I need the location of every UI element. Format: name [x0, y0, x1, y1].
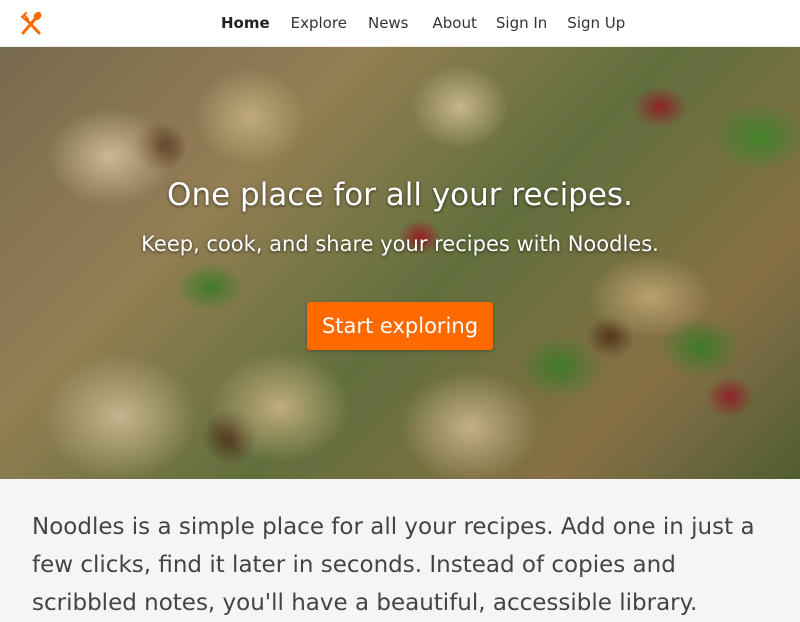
- about-paragraph: Noodles is a simple place for all your r…: [32, 514, 755, 616]
- start-exploring-button[interactable]: Start exploring: [307, 302, 493, 350]
- nav-news-link[interactable]: News: [368, 14, 409, 32]
- main-nav: Home Explore News About Sign In Sign Up: [221, 0, 625, 46]
- nav-about-link[interactable]: About: [433, 14, 477, 32]
- nav-sign-up-link[interactable]: Sign Up: [567, 14, 625, 32]
- fork-spoon-icon: [21, 11, 42, 35]
- nav-sign-in-link[interactable]: Sign In: [496, 14, 547, 32]
- logo-fork-spoon-icon[interactable]: [18, 10, 44, 36]
- hero-food-image: [0, 47, 800, 479]
- nav-explore-link[interactable]: Explore: [291, 14, 347, 32]
- top-navbar: Home Explore News About Sign In Sign Up: [0, 0, 800, 47]
- hero-subtitle: Keep, cook, and share your recipes with …: [141, 232, 659, 256]
- hero-title: One place for all your recipes.: [167, 177, 633, 213]
- nav-home-link[interactable]: Home: [221, 14, 270, 32]
- hero-banner: One place for all your recipes. Keep, co…: [0, 47, 800, 479]
